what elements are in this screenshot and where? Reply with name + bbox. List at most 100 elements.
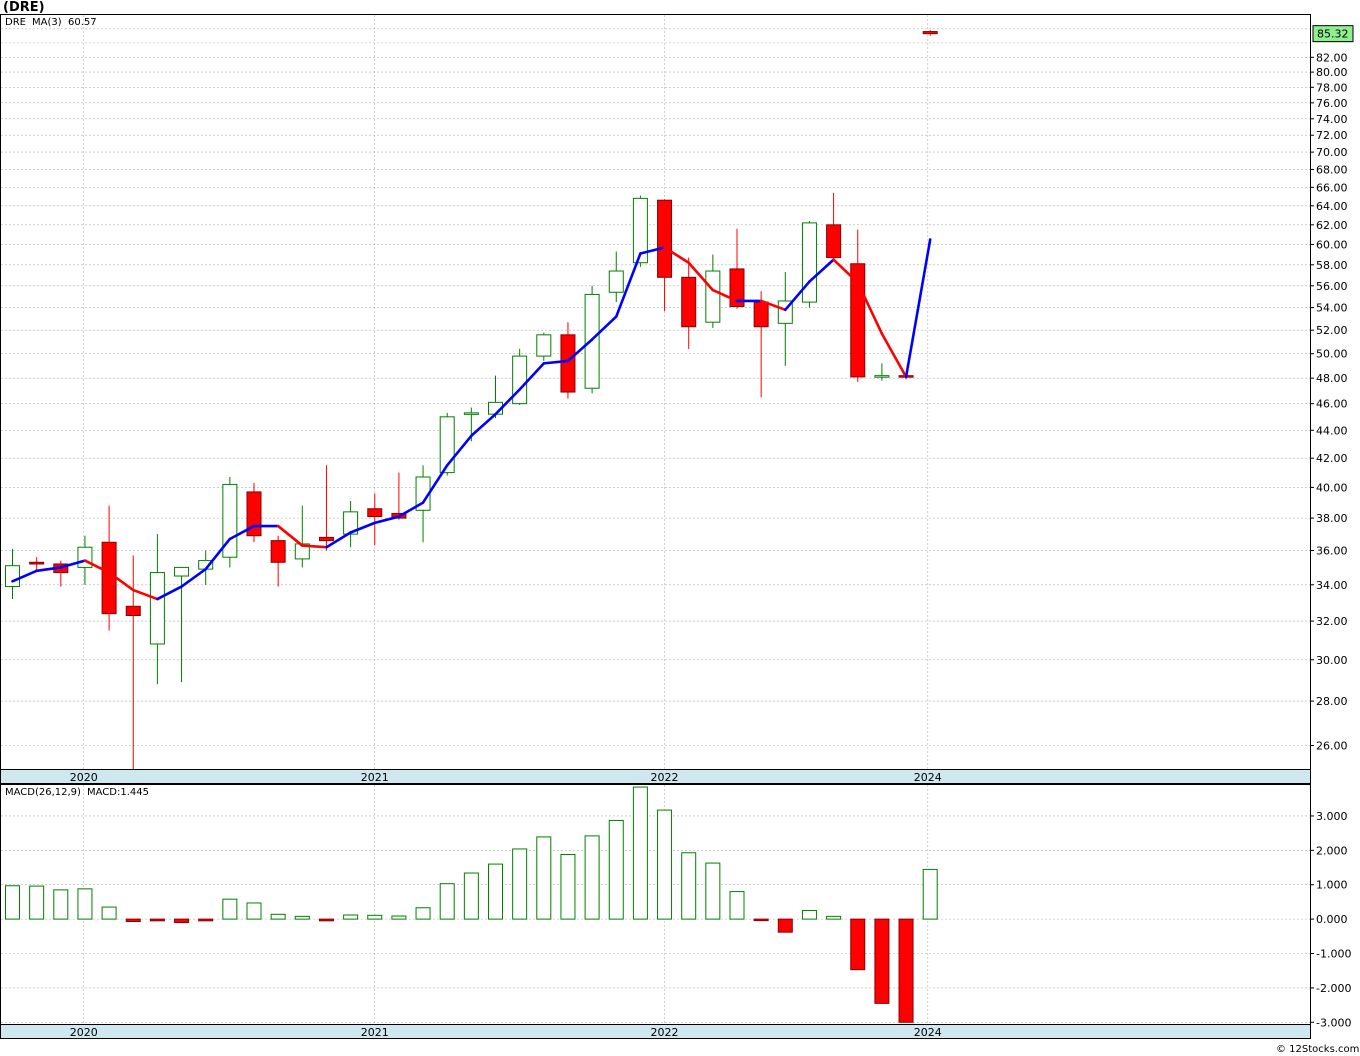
price-y-tick-label: 68.00 (1316, 163, 1348, 176)
macd-bar (439, 883, 455, 920)
macd-bar (343, 914, 359, 920)
macd-bar (632, 786, 648, 920)
macd-bar (729, 891, 745, 920)
macd-bar (898, 918, 914, 1023)
macd-bar (125, 918, 141, 923)
price-y-axis: 26.00 28.00 30.00 32.00 34.00 36.00 38.00 40.00… (1310, 51, 1348, 753)
macd-bar (536, 836, 552, 920)
macd-bar (415, 907, 431, 920)
chart-title: (DRE) (3, 0, 45, 15)
macd-bar (318, 918, 334, 922)
price-y-tick-label: 30.00 (1316, 654, 1348, 667)
price-y-tick-label: 72.00 (1316, 129, 1348, 142)
macd-bar (512, 848, 528, 920)
price-plot-frame (0, 14, 1311, 770)
price-y-tick-label: 76.00 (1316, 97, 1348, 110)
price-y-tick-label: 34.00 (1316, 579, 1348, 592)
macd-bar (874, 918, 890, 1004)
macd-x-label: 2020 (70, 1026, 98, 1039)
price-y-tick-label: 62.00 (1316, 219, 1348, 232)
macd-bar (753, 918, 769, 922)
macd-bar (246, 902, 262, 920)
last-price-badge: 85.32 (1312, 25, 1354, 43)
macd-bar (850, 918, 866, 971)
macd-y-tick-label: 1.000 (1316, 879, 1348, 892)
macd-bar (560, 853, 576, 920)
macd-bar (5, 885, 20, 920)
price-legend: DRE MA(3) 60.57 (5, 17, 97, 28)
candle-body (536, 334, 552, 357)
stock-chart: (DRE) 26.00 28.00 30.00 32.00 34.00 36.00 38.0… (0, 0, 1359, 1055)
candle-body (850, 263, 866, 378)
price-y-tick-label: 26.00 (1316, 740, 1348, 753)
price-y-tick-label: 44.00 (1316, 424, 1348, 437)
macd-bar (270, 913, 286, 920)
candle-body (174, 566, 190, 577)
candle-body (29, 561, 45, 565)
macd-bar (463, 872, 479, 920)
macd-x-label: 2021 (361, 1026, 389, 1039)
candle-body (125, 605, 141, 617)
price-y-tick-label: 70.00 (1316, 146, 1348, 159)
price-y-tick-label: 38.00 (1316, 512, 1348, 525)
macd-legend-label: MACD(26,12,9) (5, 787, 81, 798)
macd-bar (801, 910, 817, 920)
macd-bar (922, 868, 938, 920)
price-y-tick-label: 64.00 (1316, 200, 1348, 213)
macd-bar (657, 809, 673, 920)
price-y-tick-label: 42.00 (1316, 452, 1348, 465)
macd-legend-value: MACD:1.445 (87, 787, 149, 798)
macd-y-axis: -3.000 -2.000 -1.000 0.000 1.000 2.000 3.000 (1310, 810, 1351, 1029)
price-y-tick-label: 36.00 (1316, 545, 1348, 558)
macd-y-tick-label: 2.000 (1316, 844, 1348, 857)
macd-y-tick-label: -3.000 (1316, 1016, 1351, 1029)
macd-x-label: 2024 (914, 1026, 942, 1039)
candle-body (608, 270, 624, 293)
macd-y-tick-label: 3.000 (1316, 810, 1348, 823)
price-y-tick-label: 50.00 (1316, 348, 1348, 361)
macd-bar (29, 885, 45, 920)
price-y-tick-label: 58.00 (1316, 259, 1348, 272)
legend-ma-value: 60.57 (68, 17, 97, 28)
candle-body (5, 565, 20, 588)
macd-bar (608, 819, 624, 920)
candle-body (801, 222, 817, 303)
macd-bar (222, 898, 238, 920)
macd-bar (826, 915, 842, 920)
macd-bar (101, 906, 117, 920)
candle-body (101, 541, 117, 615)
price-x-label: 2021 (361, 771, 389, 784)
macd-bar (149, 918, 165, 922)
ma3-segment (300, 544, 328, 549)
last-price-badge-label: 85.32 (1317, 28, 1349, 41)
credit-label: © 12Stocks.com (1276, 1044, 1359, 1055)
macd-bar (174, 918, 190, 924)
candle-body (149, 572, 165, 645)
candle-body (753, 301, 769, 328)
candle-body (367, 508, 383, 518)
macd-bar (681, 852, 697, 920)
macd-x-label: 2022 (651, 1026, 679, 1039)
macd-bar (584, 835, 600, 920)
price-y-tick-label: 82.00 (1316, 51, 1348, 64)
candle-body (874, 375, 890, 378)
price-y-tick-label: 48.00 (1316, 372, 1348, 385)
candle-body (512, 355, 528, 405)
legend-symbol: DRE (5, 17, 26, 28)
candle-body (318, 536, 334, 542)
candle-body (463, 412, 479, 415)
price-y-tick-label: 54.00 (1316, 302, 1348, 315)
macd-bar (198, 918, 214, 922)
macd-x-axis: 20192020202120222024 (0, 1024, 1311, 1039)
macd-bar (53, 889, 69, 920)
candle-body (584, 293, 600, 389)
candle-body (270, 540, 286, 563)
price-y-tick-label: 56.00 (1316, 280, 1348, 293)
macd-plot-frame (0, 784, 1311, 1025)
price-y-tick-label: 66.00 (1316, 181, 1348, 194)
macd-bar (367, 914, 383, 920)
macd-panel: -3.000 -2.000 -1.000 0.000 1.000 2.000 3.000 M… (0, 784, 1351, 1029)
candle-body (560, 334, 576, 393)
macd-bar (391, 915, 407, 920)
macd-bar (77, 888, 93, 920)
